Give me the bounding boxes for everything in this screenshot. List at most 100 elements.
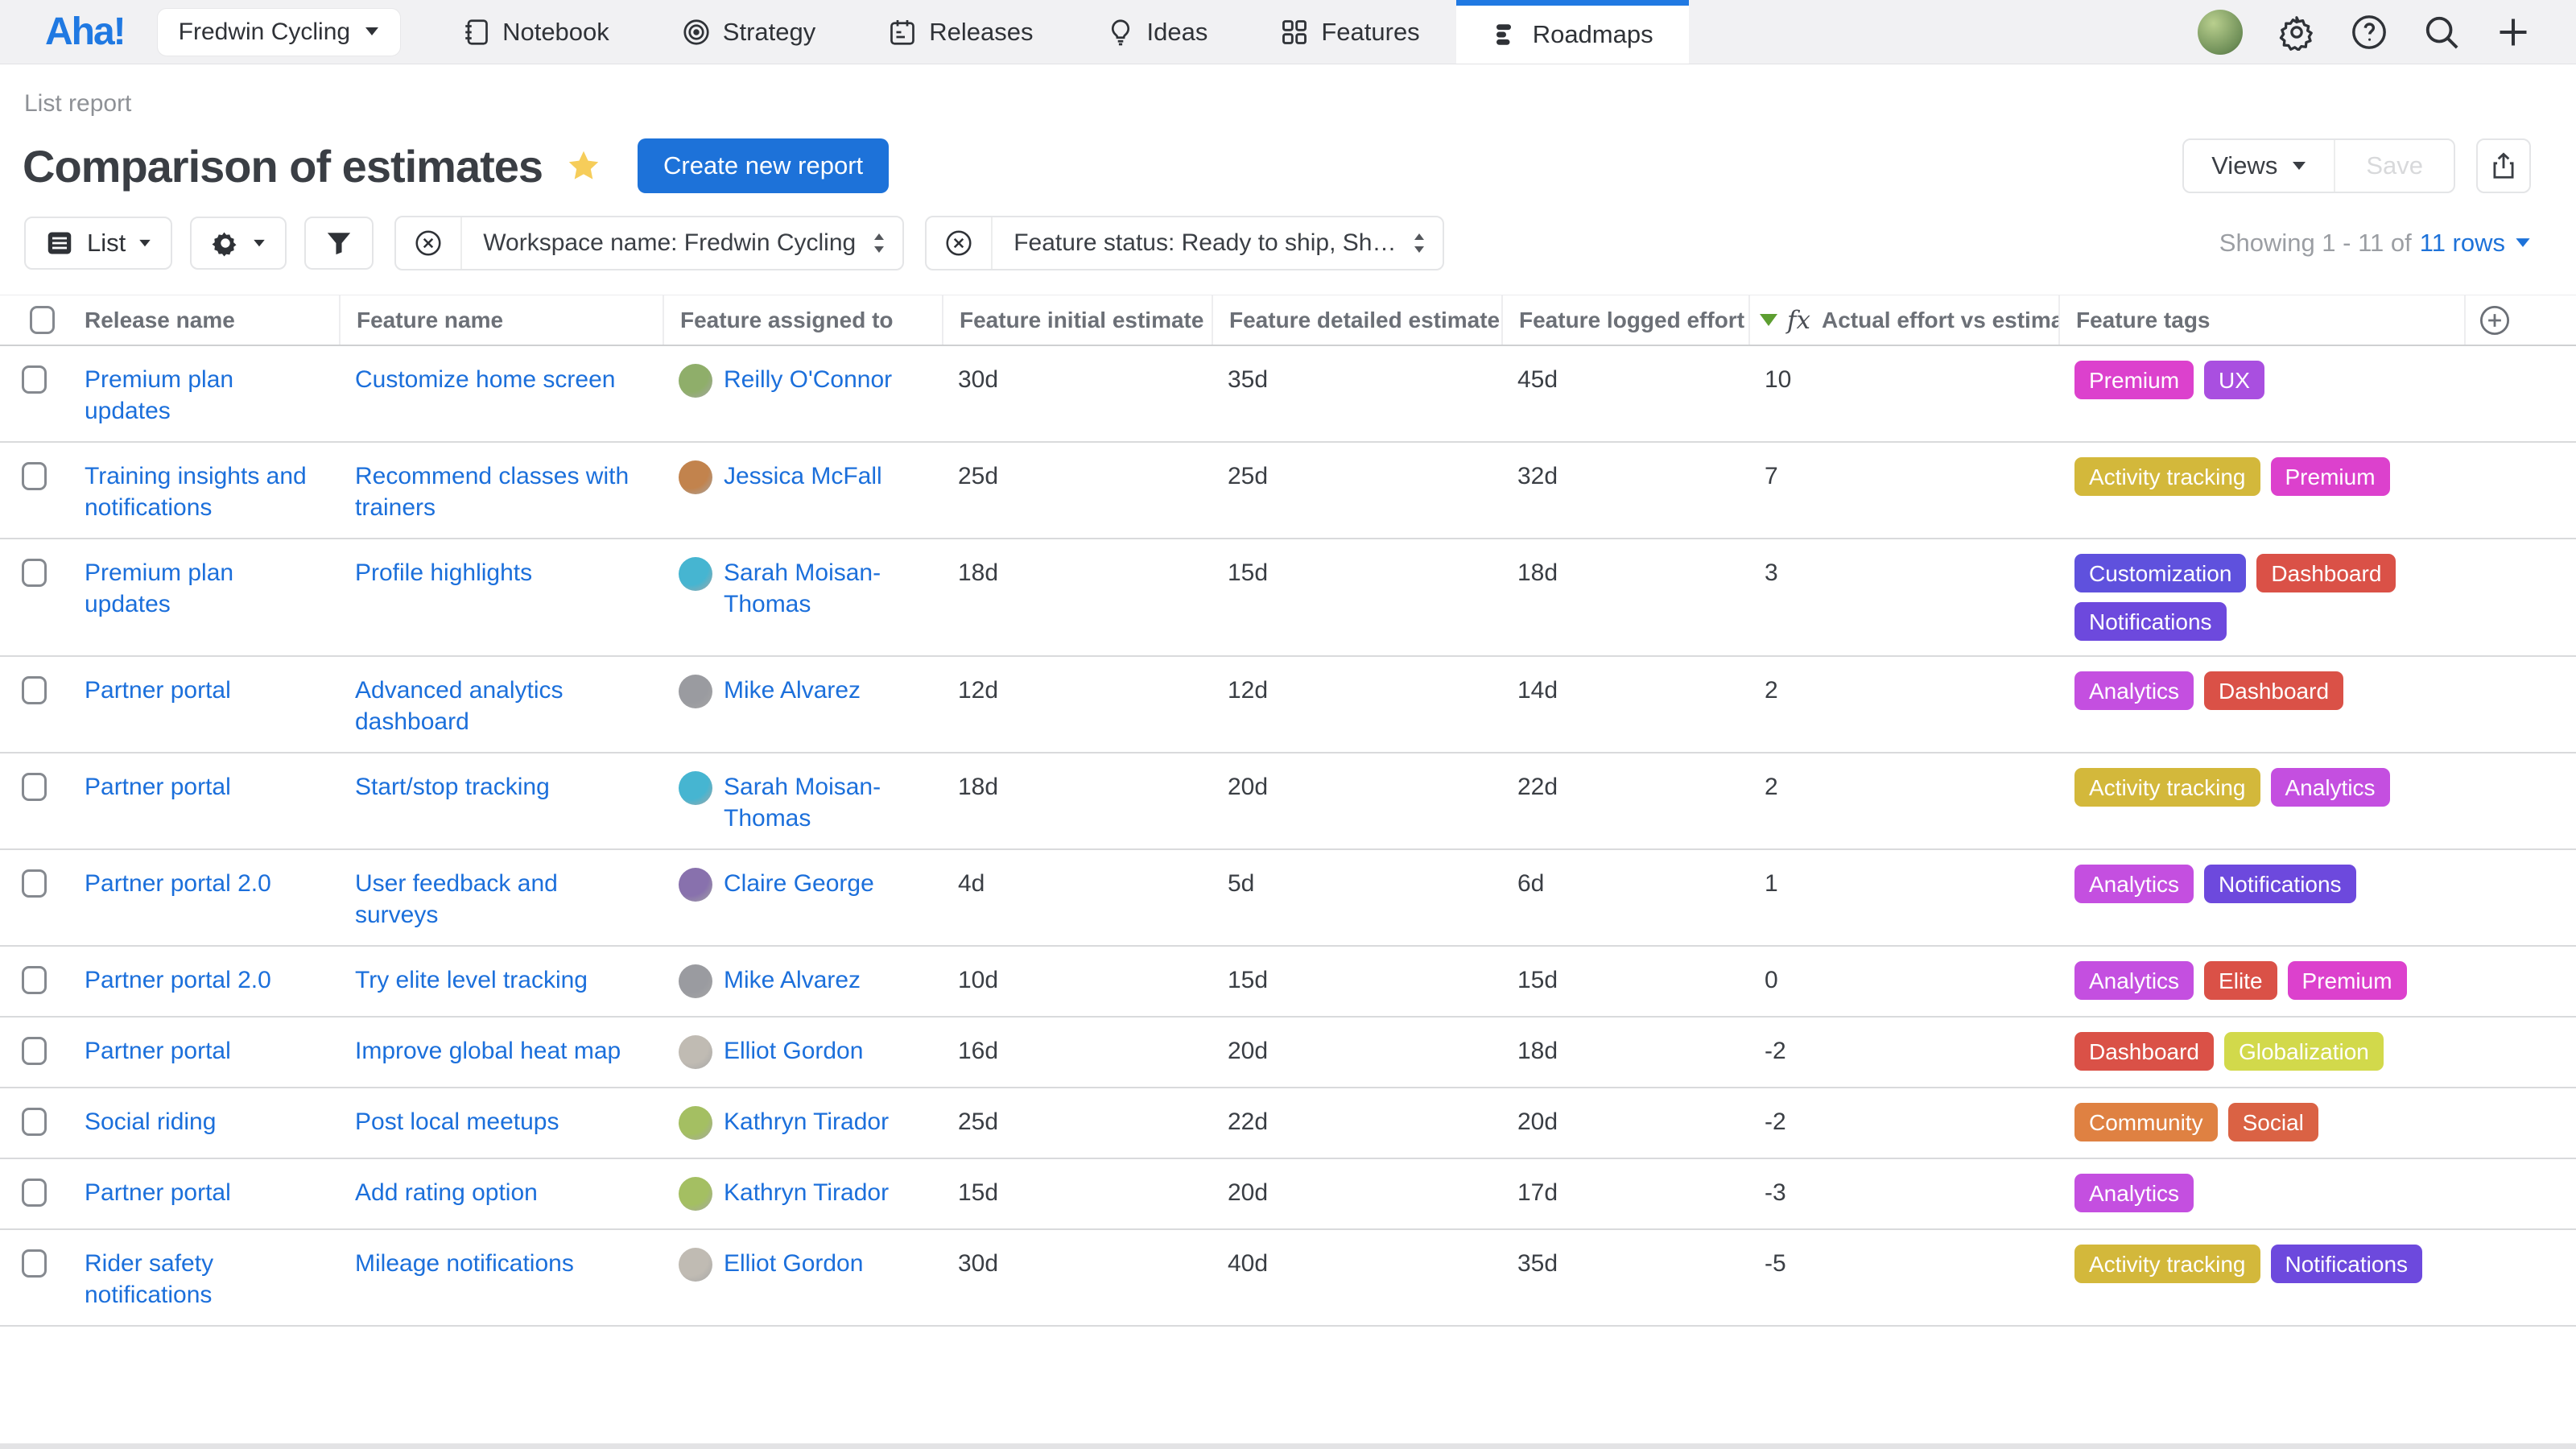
row-checkbox[interactable] bbox=[22, 1179, 47, 1207]
workspace-selector[interactable]: Fredwin Cycling bbox=[157, 8, 401, 56]
row-checkbox[interactable] bbox=[22, 1037, 47, 1065]
aha-logo[interactable]: Aha! bbox=[45, 10, 125, 54]
release-link[interactable]: Partner portal bbox=[85, 677, 231, 704]
remove-filter-icon[interactable] bbox=[396, 217, 462, 269]
release-link[interactable]: Partner portal 2.0 bbox=[85, 967, 271, 993]
row-checkbox[interactable] bbox=[22, 676, 47, 704]
help-icon[interactable] bbox=[2351, 14, 2388, 51]
feature-link[interactable]: Recommend classes with trainers bbox=[355, 463, 629, 521]
release-link[interactable]: Partner portal 2.0 bbox=[85, 870, 271, 897]
column-header-feature-logged-effort[interactable]: Feature logged effort bbox=[1501, 295, 1748, 345]
assignee-link[interactable]: Reilly O'Connor bbox=[724, 364, 892, 395]
row-checkbox[interactable] bbox=[22, 773, 47, 801]
assignee-avatar bbox=[679, 868, 712, 902]
initial-estimate-value: 30d bbox=[942, 346, 1212, 410]
release-link[interactable]: Partner portal bbox=[85, 1038, 231, 1064]
assignee-link[interactable]: Elliot Gordon bbox=[724, 1248, 863, 1279]
filter-button[interactable] bbox=[304, 217, 374, 270]
nav-item-strategy[interactable]: Strategy bbox=[646, 0, 852, 64]
assignee-link[interactable]: Sarah Moisan-Thomas bbox=[724, 771, 926, 834]
feature-link[interactable]: Start/stop tracking bbox=[355, 774, 550, 800]
nav-item-roadmaps[interactable]: Roadmaps bbox=[1456, 0, 1689, 64]
column-header-feature-initial-estimate[interactable]: Feature initial estimate bbox=[942, 295, 1212, 345]
create-new-report-button[interactable]: Create new report bbox=[638, 138, 889, 193]
add-column-button[interactable] bbox=[2464, 295, 2524, 345]
feature-link[interactable]: Add rating option bbox=[355, 1179, 538, 1206]
row-checkbox-cell bbox=[0, 850, 68, 898]
column-header-feature-name[interactable]: Feature name bbox=[339, 295, 663, 345]
nav-item-features[interactable]: Features bbox=[1244, 0, 1455, 64]
assignee-link[interactable]: Mike Alvarez bbox=[724, 675, 861, 706]
filter-chip-feature-status[interactable]: Feature status: Ready to ship, Sh… bbox=[925, 216, 1444, 270]
column-header-actual-effort-vs-estimate[interactable]: fx Actual effort vs estimate bbox=[1748, 295, 2058, 345]
nav-item-notebook[interactable]: Notebook bbox=[425, 0, 646, 64]
row-checkbox[interactable] bbox=[22, 869, 47, 898]
release-link[interactable]: Training insights and notifications bbox=[85, 463, 307, 521]
column-header-feature-detailed-estimate[interactable]: Feature detailed estimate bbox=[1212, 295, 1501, 345]
assignee-link[interactable]: Sarah Moisan-Thomas bbox=[724, 557, 926, 620]
feature-name-cell: Customize home screen bbox=[339, 346, 663, 410]
filter-updown-icon[interactable] bbox=[865, 231, 902, 255]
select-all-checkbox[interactable] bbox=[30, 306, 55, 334]
rows-count-link[interactable]: 11 rows bbox=[2420, 229, 2531, 258]
share-button[interactable] bbox=[2476, 138, 2531, 193]
assignee-link[interactable]: Kathryn Tirador bbox=[724, 1106, 889, 1137]
search-icon[interactable] bbox=[2423, 14, 2460, 51]
release-link[interactable]: Rider safety notifications bbox=[85, 1250, 213, 1308]
feature-link[interactable]: Mileage notifications bbox=[355, 1250, 574, 1277]
feature-tags-cell: DashboardGlobalization bbox=[2058, 1018, 2464, 1085]
feature-link[interactable]: Improve global heat map bbox=[355, 1038, 621, 1064]
column-header-feature-assigned-to[interactable]: Feature assigned to bbox=[663, 295, 942, 345]
initial-estimate-value: 4d bbox=[942, 850, 1212, 914]
detailed-estimate-value: 20d bbox=[1212, 1018, 1501, 1081]
row-checkbox[interactable] bbox=[22, 462, 47, 490]
row-checkbox[interactable] bbox=[22, 365, 47, 394]
feature-link[interactable]: Profile highlights bbox=[355, 559, 532, 586]
settings-gear-icon[interactable] bbox=[2278, 14, 2315, 51]
row-checkbox[interactable] bbox=[22, 559, 47, 587]
add-icon[interactable] bbox=[2496, 14, 2531, 50]
lightbulb-icon bbox=[1106, 18, 1135, 47]
assignee-link[interactable]: Claire George bbox=[724, 868, 874, 899]
release-link[interactable]: Partner portal bbox=[85, 774, 231, 800]
assignee-link[interactable]: Kathryn Tirador bbox=[724, 1177, 889, 1208]
release-link[interactable]: Partner portal bbox=[85, 1179, 231, 1206]
favorite-star-icon[interactable] bbox=[565, 147, 602, 184]
release-link[interactable]: Premium plan updates bbox=[85, 559, 233, 617]
feature-tags-cell: PremiumUX bbox=[2058, 346, 2464, 414]
user-avatar[interactable] bbox=[2198, 10, 2243, 55]
release-link[interactable]: Premium plan updates bbox=[85, 366, 233, 424]
assignee-cell: Sarah Moisan-Thomas bbox=[663, 753, 942, 848]
nav-item-ideas[interactable]: Ideas bbox=[1070, 0, 1245, 64]
release-link[interactable]: Social riding bbox=[85, 1108, 216, 1135]
horizontal-scrollbar[interactable] bbox=[0, 1443, 2576, 1449]
view-type-list-button[interactable]: List bbox=[24, 217, 172, 270]
row-checkbox[interactable] bbox=[22, 1249, 47, 1278]
assignee-link[interactable]: Jessica McFall bbox=[724, 460, 882, 492]
feature-link[interactable]: Customize home screen bbox=[355, 366, 615, 393]
column-header-feature-tags[interactable]: Feature tags bbox=[2058, 295, 2464, 345]
filter-chip-workspace[interactable]: Workspace name: Fredwin Cycling bbox=[394, 216, 904, 270]
assignee-link[interactable]: Mike Alvarez bbox=[724, 964, 861, 996]
row-checkbox[interactable] bbox=[22, 966, 47, 994]
assignee-link[interactable]: Elliot Gordon bbox=[724, 1035, 863, 1067]
row-checkbox[interactable] bbox=[22, 1108, 47, 1136]
feature-link[interactable]: Advanced analytics dashboard bbox=[355, 677, 564, 735]
views-button[interactable]: Views bbox=[2184, 140, 2335, 192]
feature-name-cell: Advanced analytics dashboard bbox=[339, 657, 663, 752]
row-end-spacer bbox=[2464, 1088, 2524, 1121]
release-name-cell: Partner portal 2.0 bbox=[68, 947, 339, 1010]
nav-item-label: Notebook bbox=[502, 18, 609, 47]
release-name-cell: Training insights and notifications bbox=[68, 443, 339, 538]
feature-link[interactable]: Try elite level tracking bbox=[355, 967, 588, 993]
save-button[interactable]: Save bbox=[2335, 140, 2454, 192]
filter-updown-icon[interactable] bbox=[1406, 231, 1443, 255]
feature-link[interactable]: Post local meetups bbox=[355, 1108, 559, 1135]
nav-item-releases[interactable]: Releases bbox=[852, 0, 1069, 64]
workspace-label: Fredwin Cycling bbox=[179, 19, 350, 46]
customize-columns-button[interactable] bbox=[190, 217, 287, 270]
feature-link[interactable]: User feedback and surveys bbox=[355, 870, 558, 928]
delta-estimate-value: -2 bbox=[1748, 1018, 2058, 1081]
remove-filter-icon[interactable] bbox=[927, 217, 993, 269]
column-header-release-name[interactable]: Release name bbox=[68, 295, 339, 345]
